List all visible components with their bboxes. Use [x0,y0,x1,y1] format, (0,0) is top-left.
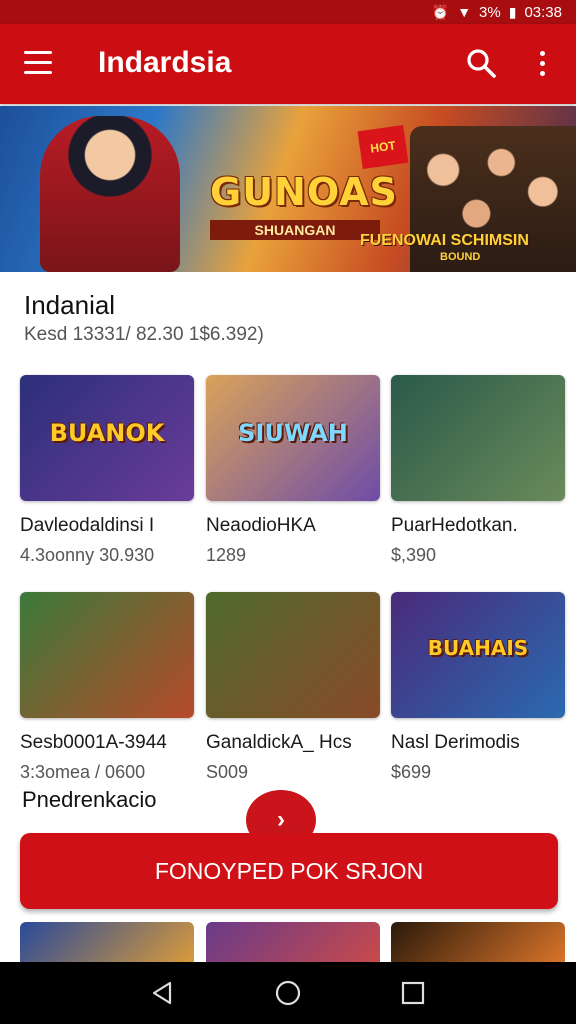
home-icon [275,980,301,1006]
battery-icon: ▮ [508,3,517,20]
banner-tagline: FUENOWAI SCHIMSIN [360,232,529,249]
recents-button[interactable] [393,973,433,1013]
game-thumbnail [206,592,380,718]
search-icon [467,49,496,78]
game-price: 1289 [206,545,247,565]
section2-title: Pnedrenkacio [22,787,157,812]
cta-button[interactable]: FONOYPED POK SRJON [20,833,558,909]
game-card[interactable]: GanaldickA_ Hcs S009 [206,592,380,783]
hero-banner[interactable]: HOT GUNOAS SHUANGAN FUENOWAI SCHIMSIN BO… [0,106,576,272]
menu-button[interactable] [24,51,52,77]
game-thumbnail [391,375,565,501]
game-card[interactable]: SIUWAH NeaodioHKA 1289 [206,375,380,566]
thumbnail-title: BUAHAIS [427,636,529,660]
clock: 03:38 [524,3,562,21]
signal-icon: ▼ [457,4,472,20]
game-card[interactable]: BUAHAIS Nasl Derimodis $699 [391,592,565,783]
search-button[interactable] [464,46,498,80]
status-bar: ⏰ ▼ 3% ▮ 03:38 [0,0,576,24]
game-price: S009 [206,762,249,782]
game-name: PuarHedotkan. [391,515,518,536]
game-card[interactable]: BUANOK Davleodaldinsi I 4.3oonny 30.930 [20,375,194,566]
game-thumbnail: BUAHAIS [391,592,565,718]
banner-logo-title: GUNOAS [210,170,398,214]
more-vert-icon [539,50,545,56]
app-bar: Indardsia [0,24,576,104]
banner-hero-character [40,116,180,272]
battery-percent: 3% [479,3,501,21]
banner-characters [410,126,576,272]
game-name: Sesb0001A-3944 [20,732,167,753]
more-options-button[interactable] [530,46,554,80]
home-button[interactable] [268,973,308,1013]
banner-tagline-small: BOUND [440,251,481,263]
game-thumbnail: BUANOK [20,375,194,501]
game-name: Nasl Derimodis [391,732,520,753]
alarm-icon: ⏰ [431,3,450,20]
back-icon [152,981,171,1005]
thumbnail-title: BUANOK [49,419,165,447]
game-thumbnail-peek[interactable] [391,922,565,962]
banner-logo-subtitle: SHUANGAN [210,220,380,240]
menu-icon [24,51,52,54]
game-card[interactable]: Sesb0001A-3944 3:3omea / 0600 [20,592,194,783]
section-subtitle: Kesd 13331/ 82.30 1$6.392) [24,324,264,345]
game-thumbnail [20,592,194,718]
banner-logo: GUNOAS SHUANGAN [210,170,398,240]
game-name: Davleodaldinsi I [20,515,155,536]
game-thumbnail-peek[interactable] [206,922,380,962]
game-price: $699 [391,762,432,782]
game-price: 3:3omea / 0600 [20,762,146,782]
chevron-right-icon: › [277,806,285,833]
game-card[interactable]: PuarHedotkan. $,390 [391,375,565,566]
app-title: Indardsia [98,46,232,79]
game-thumbnail: SIUWAH [206,375,380,501]
back-button[interactable] [143,973,183,1013]
game-name: NeaodioHKA [206,515,316,536]
recents-icon [402,981,425,1005]
game-price: 4.3oonny 30.930 [20,545,155,565]
thumbnail-title: SIUWAH [238,419,348,447]
game-price: $,390 [391,545,437,565]
system-nav-bar [0,962,576,1024]
banner-badge: HOT [357,124,409,170]
section-title: Indanial [24,290,116,320]
game-name: GanaldickA_ Hcs [206,732,352,753]
game-thumbnail-peek[interactable] [20,922,194,962]
